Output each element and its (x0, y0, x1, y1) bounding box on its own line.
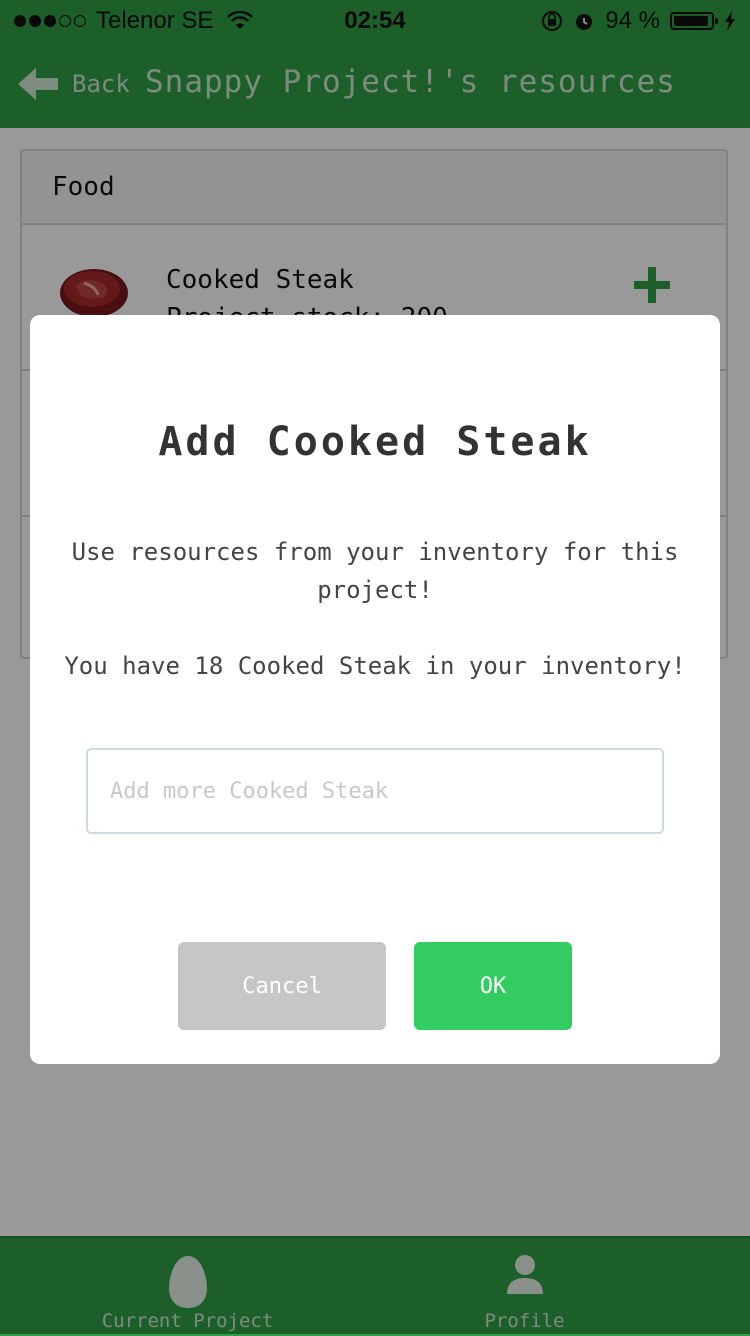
inventory-note: You have 18 Cooked Steak in your invento… (64, 652, 686, 680)
quantity-input[interactable] (86, 748, 664, 834)
dialog-description: Use resources from your inventory for th… (71, 538, 679, 604)
add-resource-dialog: Add Cooked Steak Use resources from your… (30, 315, 720, 1064)
ok-button[interactable]: OK (414, 942, 572, 1030)
dialog-title: Add Cooked Steak (158, 419, 592, 465)
cancel-button[interactable]: Cancel (178, 942, 386, 1030)
